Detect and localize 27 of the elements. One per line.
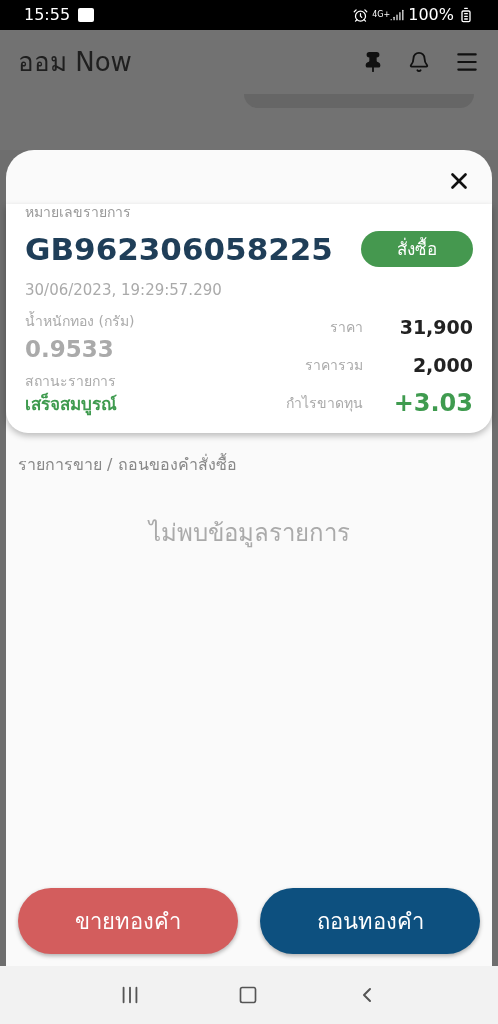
battery-icon (458, 7, 474, 23)
battery-percent: 100% (408, 4, 454, 26)
home-icon[interactable] (238, 985, 258, 1005)
status-label: สถานะรายการ (25, 371, 117, 391)
detail-label: ราคา (330, 317, 363, 337)
detail-label: กำไรขาดทุน (286, 393, 363, 414)
detail-label: ราคารวม (305, 355, 363, 375)
order-type-badge: สั่งซื้อ (361, 231, 473, 268)
alarm-icon (353, 7, 369, 23)
section-title: รายการขาย / ถอนของคำสั่งซื้อ (17, 453, 238, 476)
app-notification-icon (78, 8, 95, 22)
order-id: GB962306058225 (25, 230, 333, 269)
order-timestamp: 30/06/2023, 19:29:57.290 (25, 279, 223, 301)
order-id-label: หมายเลขรายการ (25, 204, 132, 220)
detail-value: +3.03 (392, 388, 473, 419)
status-value: เสร็จสมบูรณ์ (25, 391, 118, 417)
action-button[interactable]: ถอนทองคำ (260, 888, 480, 954)
bell-icon[interactable] (408, 51, 430, 73)
action-button[interactable]: ขายทองคำ (18, 888, 238, 954)
app-title: ออม Now (18, 45, 132, 79)
weight-label: น้ำหนักทอง (กรัม) (25, 311, 136, 331)
empty-message: ไม่พบข้อมูลรายการ (146, 518, 351, 550)
detail-value: 2,000 (411, 352, 473, 378)
clock-time: 15:55 (24, 4, 71, 26)
detail-value: 31,900 (398, 314, 473, 340)
weight-value: 0.9533 (25, 335, 115, 364)
signal-icon (390, 8, 405, 22)
